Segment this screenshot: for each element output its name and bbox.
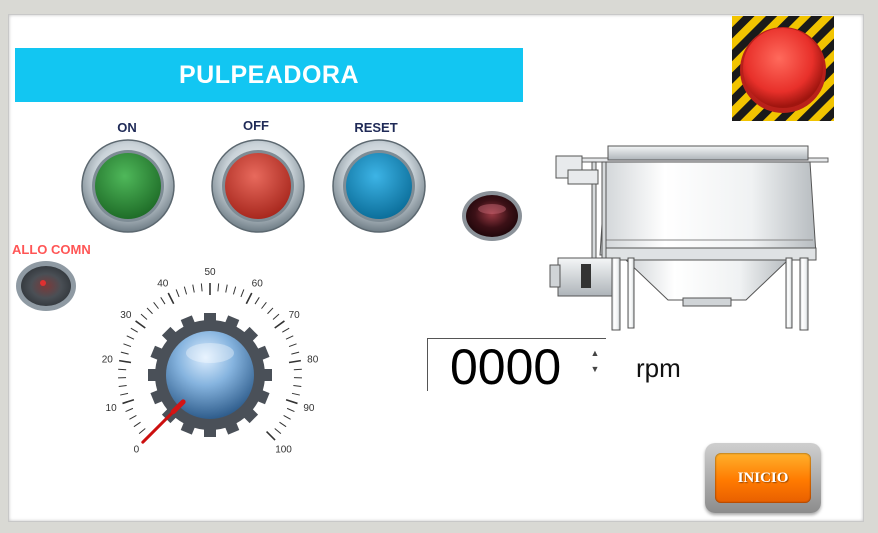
- reset-label: RESET: [354, 120, 398, 135]
- gauge-tick: [274, 428, 282, 435]
- stepper-up-icon[interactable]: ▲: [588, 345, 602, 361]
- gauge-tick: [293, 385, 302, 388]
- gauge-tick-label: 40: [157, 278, 169, 289]
- gauge-tick: [279, 421, 287, 428]
- gauge-tick: [282, 327, 290, 333]
- alarm-lamp-icon: [16, 261, 76, 311]
- gauge-tick-label: 90: [303, 403, 315, 414]
- gauge-tick: [130, 327, 138, 333]
- gauge-tick: [120, 392, 129, 396]
- gauge-tick-label: 70: [289, 310, 301, 321]
- off-button[interactable]: [210, 138, 306, 234]
- gauge-tick: [125, 407, 134, 412]
- gauge-tick: [232, 286, 237, 295]
- speed-unit: rpm: [636, 353, 681, 383]
- gauge-tick: [140, 313, 148, 320]
- gauge-tick: [291, 392, 300, 396]
- gauge-tick: [291, 351, 300, 355]
- gauge-tick: [217, 283, 220, 292]
- gauge-tick: [293, 368, 302, 371]
- gauge-tick: [254, 297, 260, 305]
- stepper-down-icon[interactable]: ▼: [588, 361, 602, 377]
- gauge-tick: [240, 289, 245, 298]
- gauge-tick: [267, 307, 274, 315]
- gauge-tick: [123, 343, 132, 348]
- off-label: OFF: [243, 118, 269, 133]
- gauge-tick: [118, 385, 127, 388]
- gauge-tick: [135, 320, 146, 329]
- gauge-tick: [138, 428, 146, 435]
- gauge-tick: [274, 320, 285, 329]
- gauge-tick: [283, 415, 291, 420]
- gauge-tick: [225, 284, 228, 293]
- page-title: PULPEADORA: [178, 60, 359, 89]
- gauge-tick-label: 50: [204, 267, 216, 278]
- gauge-tick-label: 80: [307, 355, 319, 366]
- emergency-stop-icon: [743, 28, 823, 108]
- on-button[interactable]: [80, 138, 176, 234]
- gauge-tick: [133, 421, 141, 428]
- gauge-tick: [175, 289, 180, 298]
- inicio-button[interactable]: INICIO: [705, 443, 821, 513]
- gauge-tick: [261, 301, 267, 309]
- gauge-tick: [118, 368, 127, 371]
- gauge-tick-label: 0: [134, 445, 140, 456]
- gauge-tick: [167, 292, 175, 305]
- gauge-tick: [122, 398, 135, 405]
- gauge-tick-label: 30: [120, 310, 132, 321]
- on-label: ON: [117, 120, 137, 135]
- gauge-tick-label: 100: [275, 445, 292, 456]
- emergency-stop-button[interactable]: [732, 16, 834, 121]
- gauge-tick: [285, 398, 298, 405]
- inicio-label: INICIO: [737, 469, 789, 486]
- gauge-tick: [119, 359, 132, 364]
- gauge-tick: [288, 359, 301, 364]
- speed-value: 0000: [450, 339, 562, 395]
- speed-stepper[interactable]: ▲ ▼: [588, 345, 602, 385]
- speed-gauge[interactable]: 0 10 20 30 40 50 60 70 80 90 100: [100, 250, 320, 465]
- gauge-tick-label: 60: [252, 278, 264, 289]
- inicio-button-face: INICIO: [715, 453, 811, 503]
- gauge-tick: [160, 297, 166, 305]
- gauge-tick: [120, 351, 129, 355]
- gauge-tick: [200, 283, 203, 292]
- gauge-tick: [153, 301, 159, 309]
- gauge-tick-label: 20: [102, 355, 114, 366]
- title-banner: PULPEADORA: [15, 48, 523, 102]
- gauge-tick: [286, 407, 295, 412]
- status-lamp-icon: [462, 191, 522, 241]
- gauge-tick: [285, 335, 294, 340]
- gauge-tick: [146, 307, 153, 315]
- reset-button[interactable]: [331, 138, 427, 234]
- gauge-tick: [126, 335, 135, 340]
- gauge-tick: [288, 343, 297, 348]
- gauge-tick: [245, 292, 253, 305]
- alarm-label: ALLO COMN: [12, 242, 91, 257]
- gauge-tick: [272, 313, 280, 320]
- pulper-machine-icon: [549, 145, 829, 331]
- gauge-tick: [266, 431, 276, 441]
- gauge-tick: [192, 284, 195, 293]
- gauge-tick: [183, 286, 188, 295]
- gauge-needle: [141, 410, 175, 444]
- gauge-tick-label: 10: [106, 403, 118, 414]
- gauge-tick: [129, 415, 137, 420]
- speed-display[interactable]: 0000 ▲ ▼: [427, 338, 606, 395]
